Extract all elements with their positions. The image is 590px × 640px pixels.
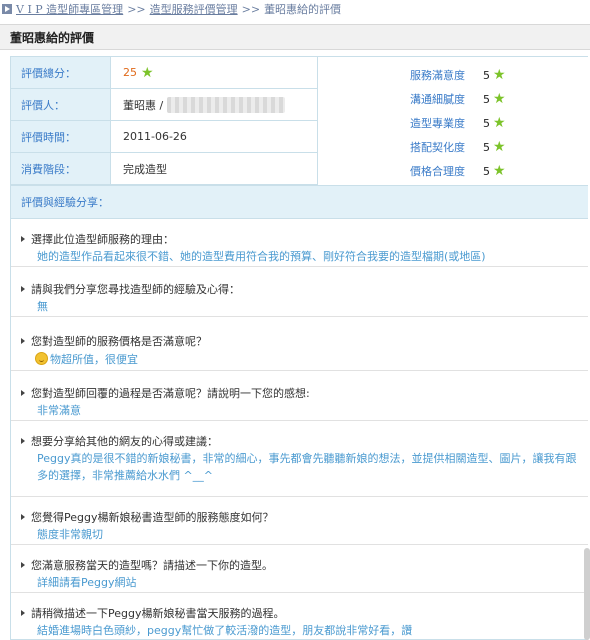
rating-number: 5 bbox=[483, 140, 490, 154]
star-icon: ★ bbox=[141, 64, 154, 81]
total-value: 25 ★ bbox=[111, 66, 154, 80]
info-row-reviewer: 評價人： 董昭惠 / bbox=[11, 89, 317, 121]
qa-answer: 無 bbox=[37, 300, 48, 313]
qa-answer: 她的造型作品看起來很不錯、她的造型費用符合我的預算、剛好符合我要的造型檔期(或地… bbox=[37, 250, 486, 263]
total-label: 評價總分： bbox=[11, 57, 111, 88]
info-row-time: 評價時間： 2011-06-26 bbox=[11, 121, 317, 153]
rating-label: 服務滿意度 bbox=[410, 69, 465, 82]
redacted-block bbox=[167, 96, 286, 113]
stage-label: 消費階段： bbox=[11, 153, 111, 184]
info-row-total: 評價總分： 25 ★ bbox=[11, 57, 317, 89]
qa-question: 請稍微描述一下Peggy楊新娘秘書當天服務的過程。 bbox=[21, 605, 284, 621]
qa-item: 您對造型師回覆的過程是否滿意呢？請說明一下您的感想: 非常滿意 bbox=[11, 371, 588, 421]
answer-text: 物超所值，很便宜 bbox=[50, 353, 138, 366]
bullet-icon bbox=[21, 514, 25, 520]
qa-item: 想要分享給其他的網友的心得或建議： Peggy真的是很不錯的新娘秘書，非常的細心… bbox=[11, 421, 588, 497]
bullet-icon bbox=[21, 438, 25, 444]
ratings-list: 服務滿意度 5 ★ 溝通細膩度 5 ★ 造型專業度 5 ★ 搭配契化度 5 ★ 價格合理… bbox=[317, 57, 588, 185]
review-info: 評價總分： 25 ★ 評價人： 董昭惠 / 評價時間： 2011-06-26 消… bbox=[11, 57, 318, 185]
bullet-icon bbox=[21, 286, 25, 292]
rating-value: 5 ★ bbox=[483, 116, 506, 130]
page-title: 董昭惠給的評價 bbox=[0, 24, 590, 50]
breadcrumb-separator: >> bbox=[241, 2, 261, 16]
question-text: 您滿意服務當天的造型嗎？請描述一下你的造型。 bbox=[31, 559, 273, 572]
qa-question: 您覺得Peggy楊新娘秘書造型師的服務態度如何？ bbox=[21, 509, 273, 525]
star-icon: ★ bbox=[493, 139, 506, 155]
smiley-icon bbox=[35, 352, 48, 365]
info-row-stage: 消費階段： 完成造型 bbox=[11, 153, 317, 185]
qa-question: 您對造型師回覆的過程是否滿意呢？請說明一下您的感想: bbox=[21, 385, 310, 401]
qa-question: 您滿意服務當天的造型嗎？請描述一下你的造型。 bbox=[21, 557, 273, 573]
scrollbar[interactable] bbox=[584, 548, 590, 640]
rating-label: 溝通細膩度 bbox=[410, 93, 465, 106]
stage-value: 完成造型 bbox=[123, 162, 167, 176]
star-icon: ★ bbox=[493, 163, 506, 179]
rating-row: 搭配契化度 5 ★ bbox=[317, 135, 588, 159]
qa-answer: 物超所值，很便宜 bbox=[35, 351, 138, 368]
star-icon: ★ bbox=[493, 91, 506, 107]
total-score: 25 bbox=[123, 66, 137, 79]
qa-item: 請稍微描述一下Peggy楊新娘秘書當天服務的過程。 結婚進場時白色頭紗，pegg… bbox=[11, 593, 588, 639]
rating-label: 價格合理度 bbox=[410, 165, 465, 178]
qa-answer: 詳細請看Peggy網站 bbox=[37, 576, 137, 589]
rating-row: 溝通細膩度 5 ★ bbox=[317, 87, 588, 111]
rating-row: 服務滿意度 5 ★ bbox=[317, 63, 588, 87]
qa-item: 請與我們分享您尋找造型師的經驗及心得： 無 bbox=[11, 267, 588, 317]
question-text: 選擇此位造型師服務的理由： bbox=[31, 233, 174, 246]
qa-answer: Peggy真的是很不錯的新娘秘書，非常的細心，事先都會先聽聽新娘的想法，並提供相… bbox=[37, 452, 577, 482]
question-text: 您覺得Peggy楊新娘秘書造型師的服務態度如何？ bbox=[31, 511, 274, 524]
breadcrumb-current: 董昭惠給的評價 bbox=[264, 3, 342, 16]
rating-number: 5 bbox=[483, 68, 490, 82]
rating-value: 5 ★ bbox=[483, 92, 506, 106]
rating-row: 價格合理度 5 ★ bbox=[317, 159, 588, 183]
time-label: 評價時間： bbox=[11, 121, 111, 152]
qa-item: 您覺得Peggy楊新娘秘書造型師的服務態度如何？ 態度非常親切 bbox=[11, 497, 588, 545]
qa-question: 想要分享給其他的網友的心得或建議： bbox=[21, 433, 218, 449]
star-icon: ★ bbox=[493, 67, 506, 83]
qa-question: 您對造型師的服務價格是否滿意呢？ bbox=[21, 333, 207, 349]
rating-row: 造型專業度 5 ★ bbox=[317, 111, 588, 135]
star-icon: ★ bbox=[493, 115, 506, 131]
rating-value: 5 ★ bbox=[483, 68, 506, 82]
qa-item: 您對造型師的服務價格是否滿意呢？ 物超所值，很便宜 bbox=[11, 317, 588, 371]
reviewer-name: 董昭惠 / bbox=[123, 98, 164, 112]
bullet-icon bbox=[21, 236, 25, 242]
question-text: 請與我們分享您尋找造型師的經驗及心得： bbox=[31, 283, 240, 296]
breadcrumb: V I P 造型師專區管理 >> 造型服務評價管理 >> 董昭惠給的評價 bbox=[0, 0, 590, 18]
rating-label: 搭配契化度 bbox=[410, 141, 465, 154]
rating-number: 5 bbox=[483, 116, 490, 130]
qa-item: 您滿意服務當天的造型嗎？請描述一下你的造型。 詳細請看Peggy網站 bbox=[11, 545, 588, 593]
breadcrumb-root-link[interactable]: V I P 造型師專區管理 bbox=[16, 1, 123, 17]
question-text: 您對造型師回覆的過程是否滿意呢？請說明一下您的感想: bbox=[31, 387, 310, 400]
qa-item: 選擇此位造型師服務的理由： 她的造型作品看起來很不錯、她的造型費用符合我的預算、… bbox=[11, 219, 588, 267]
rating-number: 5 bbox=[483, 92, 490, 106]
question-text: 想要分享給其他的網友的心得或建議： bbox=[31, 435, 218, 448]
bullet-icon bbox=[21, 338, 25, 344]
bullet-icon bbox=[21, 610, 25, 616]
reviewer-value: 董昭惠 / bbox=[111, 96, 286, 113]
qa-answer: 結婚進場時白色頭紗，peggy幫忙做了較活潑的造型，朋友都說非常好看，讚 bbox=[37, 624, 413, 637]
review-panel: 評價總分： 25 ★ 評價人： 董昭惠 / 評價時間： 2011-06-26 消… bbox=[10, 56, 588, 640]
qa-answer: 態度非常親切 bbox=[37, 528, 103, 541]
breadcrumb-level2-link[interactable]: 造型服務評價管理 bbox=[150, 1, 238, 17]
qa-question: 選擇此位造型師服務的理由： bbox=[21, 231, 174, 247]
bullet-icon bbox=[21, 390, 25, 396]
bullet-icon bbox=[21, 562, 25, 568]
rating-value: 5 ★ bbox=[483, 140, 506, 154]
reviewer-label: 評價人： bbox=[11, 89, 111, 120]
arrow-icon bbox=[2, 4, 12, 14]
rating-value: 5 ★ bbox=[483, 164, 506, 178]
question-text: 您對造型師的服務價格是否滿意呢？ bbox=[31, 335, 207, 348]
rating-label: 造型專業度 bbox=[410, 117, 465, 130]
share-heading: 評價與經驗分享： bbox=[11, 185, 588, 219]
breadcrumb-separator: >> bbox=[127, 2, 146, 16]
rating-number: 5 bbox=[483, 164, 490, 178]
question-text: 請稍微描述一下Peggy楊新娘秘書當天服務的過程。 bbox=[31, 607, 285, 620]
qa-answer: 非常滿意 bbox=[37, 404, 81, 417]
qa-question: 請與我們分享您尋找造型師的經驗及心得： bbox=[21, 281, 240, 297]
time-value: 2011-06-26 bbox=[123, 130, 187, 143]
